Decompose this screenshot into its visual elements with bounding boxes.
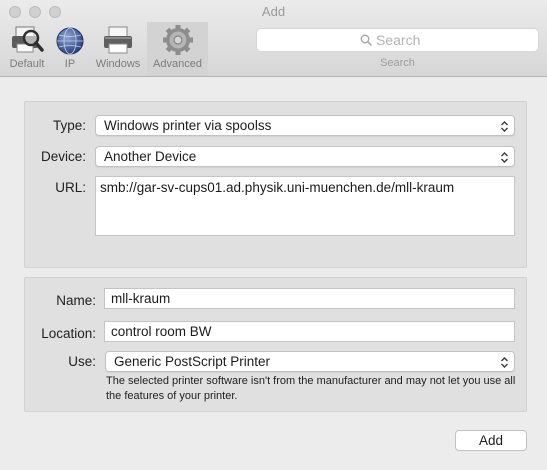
device-popup[interactable]: Another Device bbox=[95, 146, 515, 167]
chevron-updown-icon bbox=[501, 152, 508, 163]
device-value: Another Device bbox=[104, 149, 197, 164]
toolbar-label-advanced: Advanced bbox=[153, 58, 202, 70]
toolbar-item-windows[interactable]: Windows bbox=[90, 22, 146, 76]
use-value: Generic PostScript Printer bbox=[114, 354, 271, 369]
location-label: Location: bbox=[41, 326, 96, 341]
name-field[interactable]: mll-kraum bbox=[104, 288, 515, 309]
use-label: Use: bbox=[68, 354, 96, 369]
type-label: Type: bbox=[52, 118, 86, 133]
url-value: smb://gar-sv-cups01.ad.physik.uni-muench… bbox=[100, 180, 455, 195]
window-titlebar: Add Default IP Windows Advanced Search S… bbox=[0, 0, 547, 77]
windows-printer-icon bbox=[104, 26, 132, 54]
toolbar-item-advanced[interactable]: Advanced bbox=[147, 22, 208, 76]
name-value: mll-kraum bbox=[111, 291, 171, 306]
location-field[interactable]: control room BW bbox=[104, 321, 515, 342]
name-label: Name: bbox=[56, 293, 96, 308]
device-label: Device: bbox=[40, 149, 86, 164]
toolbar-label-default: Default bbox=[9, 58, 45, 70]
toolbar-label-ip: IP bbox=[64, 58, 76, 70]
toolbar-item-default[interactable]: Default bbox=[2, 22, 52, 76]
location-value: control room BW bbox=[111, 324, 212, 339]
use-popup[interactable]: Generic PostScript Printer bbox=[105, 351, 515, 372]
default-printer-icon bbox=[12, 26, 44, 53]
toolbar-item-ip[interactable]: IP bbox=[52, 22, 88, 76]
type-popup[interactable]: Windows printer via spoolss bbox=[95, 115, 515, 136]
url-textarea[interactable]: smb://gar-sv-cups01.ad.physik.uni-muench… bbox=[95, 176, 515, 236]
globe-icon bbox=[56, 27, 84, 55]
type-value: Windows printer via spoolss bbox=[104, 118, 272, 133]
toolbar-label-windows: Windows bbox=[95, 58, 141, 70]
add-button[interactable]: Add bbox=[455, 430, 527, 451]
chevron-updown-icon bbox=[501, 357, 508, 368]
search-placeholder: Search bbox=[376, 32, 421, 48]
url-label: URL: bbox=[55, 180, 86, 195]
window-title: Add bbox=[261, 4, 286, 19]
chevron-updown-icon bbox=[501, 121, 508, 132]
search-caption: Search bbox=[380, 57, 415, 69]
driver-warning-note: The selected printer software isn't from… bbox=[106, 375, 516, 402]
search-field[interactable]: Search bbox=[256, 28, 539, 52]
search-icon bbox=[360, 34, 372, 46]
gear-icon bbox=[162, 25, 193, 55]
